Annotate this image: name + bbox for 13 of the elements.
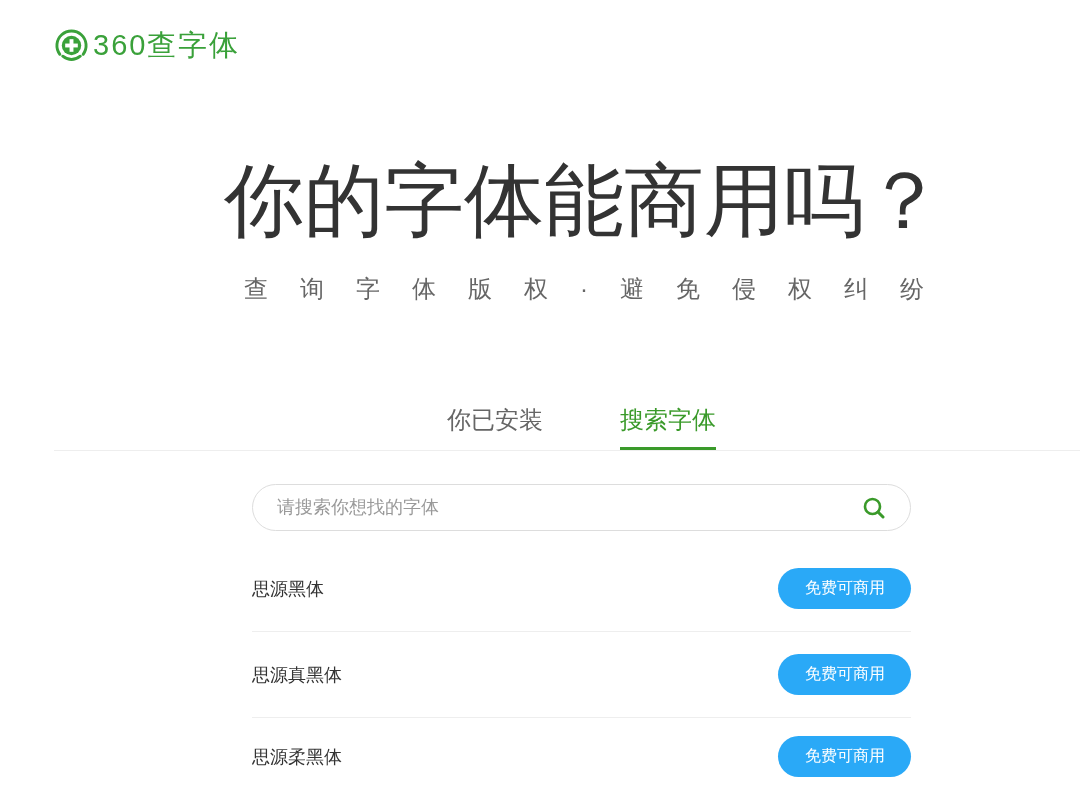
font-name[interactable]: 思源柔黑体: [252, 744, 342, 769]
font-name[interactable]: 思源黑体: [252, 576, 324, 601]
tagline: 查询字体版权·避免侵权纠纷: [243, 274, 957, 304]
search-field[interactable]: 请搜索你想找的字体: [252, 484, 911, 531]
tab[interactable]: 你已安装: [447, 405, 543, 450]
commercial-use-badge: 免费可商用: [778, 568, 911, 609]
commercial-use-badge: 免费可商用: [778, 736, 911, 777]
headline: 你的字体能商用吗？: [223, 155, 945, 247]
tab[interactable]: 搜索字体: [620, 405, 716, 450]
search-icon[interactable]: [863, 497, 885, 519]
font-name[interactable]: 思源真黑体: [252, 662, 342, 687]
commercial-use-badge: 免费可商用: [778, 654, 911, 695]
plus-circle-icon: [54, 27, 89, 63]
